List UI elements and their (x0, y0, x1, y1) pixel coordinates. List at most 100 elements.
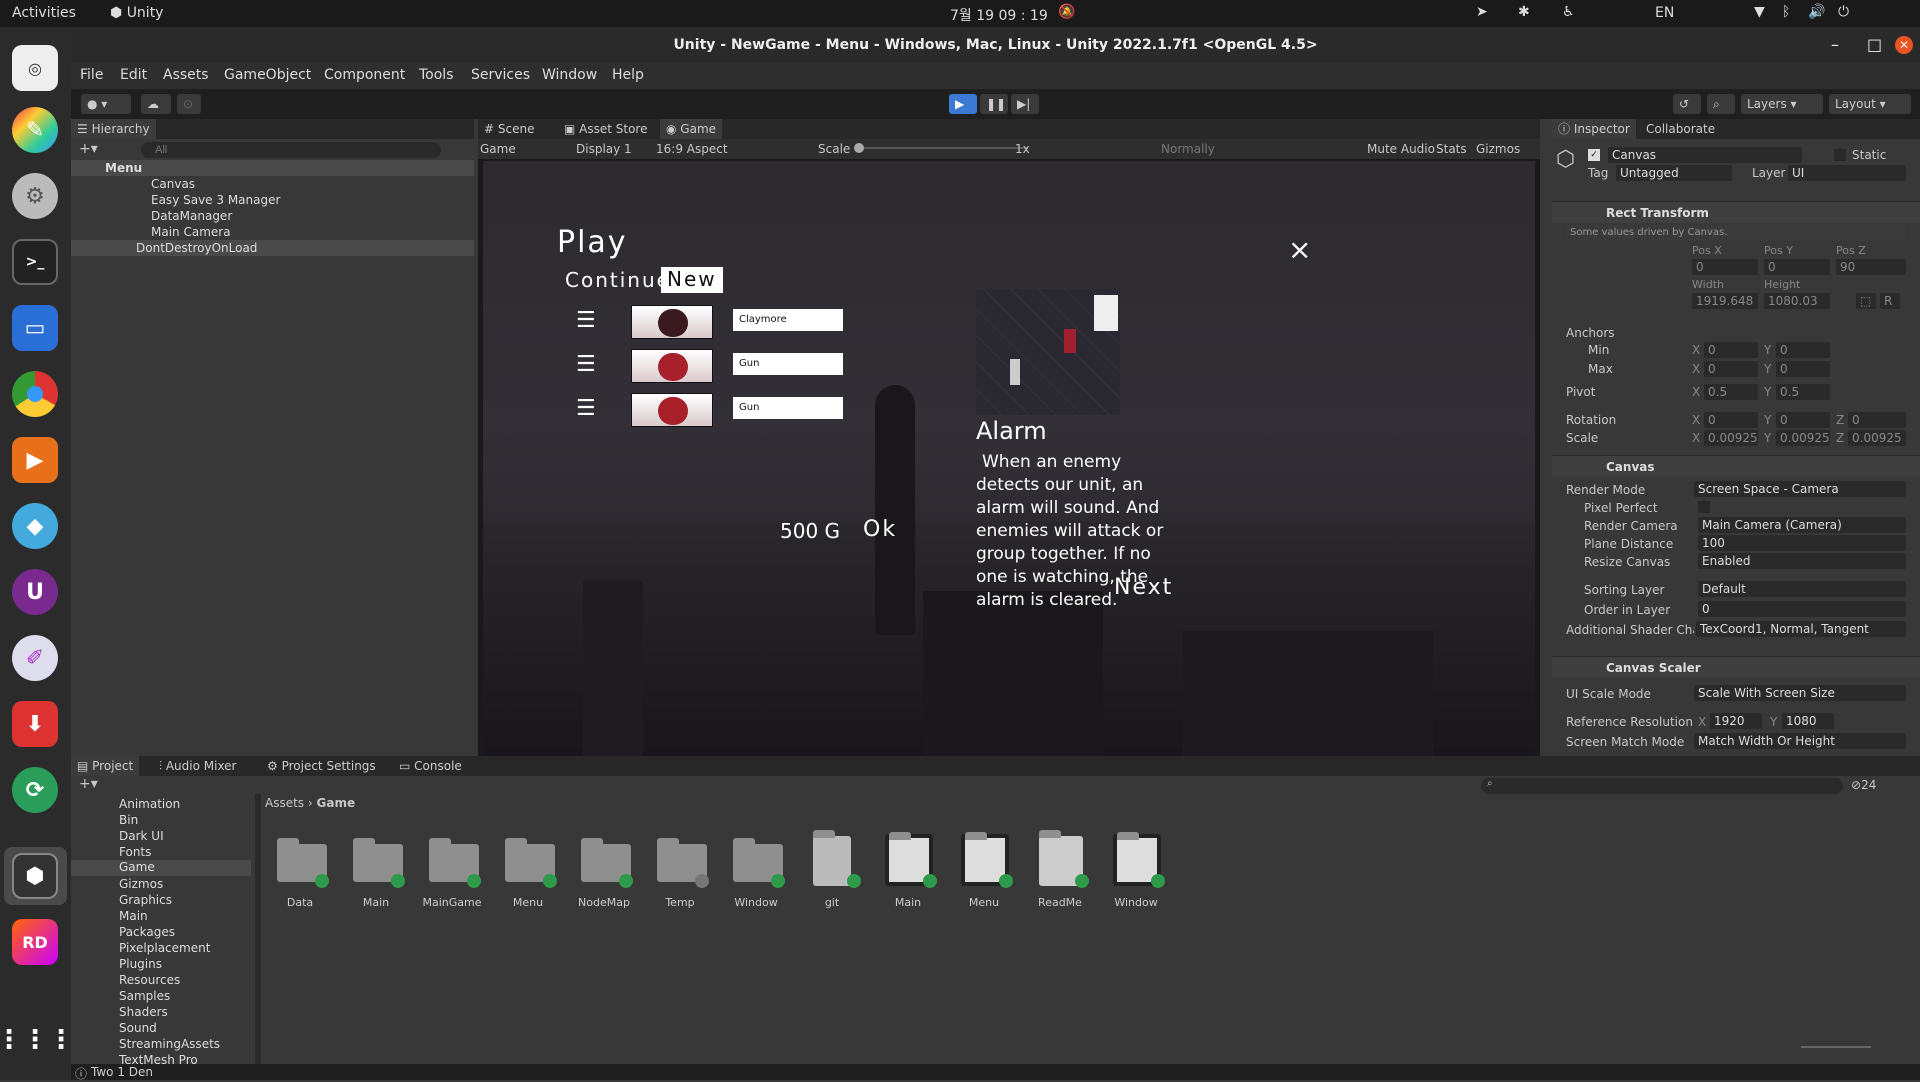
scale-y[interactable]: 0.00925 (1776, 430, 1830, 446)
resize-canvas-dropdown[interactable]: Enabled (1698, 553, 1906, 569)
tree-scrollbar[interactable] (255, 794, 261, 1064)
asset-folder[interactable]: MainGame (417, 836, 487, 916)
stats-button[interactable]: Stats (1436, 142, 1467, 156)
maximize-icon[interactable]: □ (1867, 27, 1882, 63)
rect-transform-header[interactable]: Rect Transform (1552, 201, 1920, 223)
settings-icon[interactable]: ⚙ (12, 173, 58, 219)
menu-tools[interactable]: Tools (419, 67, 454, 83)
zoom-slider[interactable] (1801, 1046, 1871, 1048)
reference-y-field[interactable]: 1080 (1782, 713, 1834, 729)
folder-tree-item[interactable]: Graphics (119, 893, 172, 907)
ui-scale-mode-dropdown[interactable]: Scale With Screen Size (1694, 685, 1906, 701)
scale-slider[interactable] (858, 147, 1028, 149)
tab-audio-mixer[interactable]: ⫶ Audio Mixer (153, 756, 243, 776)
pivot-x[interactable]: 0.5 (1704, 384, 1758, 400)
asset-folder[interactable]: Window (721, 836, 791, 916)
next-button[interactable]: Next (1114, 575, 1173, 600)
sorting-layer-dropdown[interactable]: Default (1698, 581, 1906, 597)
folder-tree-item[interactable]: Animation (119, 797, 180, 811)
shader-channels-dropdown[interactable]: TexCoord1, Normal, Tangent (1696, 621, 1906, 637)
tag-dropdown[interactable]: Untagged (1616, 165, 1732, 181)
gitkraken-icon[interactable]: ◆ (12, 503, 58, 549)
menu-edit[interactable]: Edit (120, 67, 147, 83)
update-icon[interactable]: ⟳ (12, 767, 58, 813)
files-icon[interactable]: ▭ (12, 305, 58, 351)
unity-editor-icon[interactable]: ⬢ (12, 853, 58, 899)
step-button[interactable]: ▶| (1011, 94, 1039, 114)
width-field[interactable]: 1919.648 (1692, 293, 1758, 309)
slot-menu-icon-1[interactable]: ☰ (576, 310, 598, 332)
hierarchy-item-main-camera[interactable]: Main Camera (71, 224, 474, 240)
tab-game[interactable]: ◉ Game (660, 119, 723, 139)
tab-asset-store[interactable]: ▣ Asset Store (558, 119, 654, 139)
cloud-icon[interactable]: ☁ (141, 94, 171, 114)
screen-match-mode-dropdown[interactable]: Match Width Or Height (1694, 733, 1906, 749)
ok-button[interactable]: Ok (863, 517, 897, 542)
breadcrumb-game[interactable]: Game (317, 796, 356, 810)
posy-field[interactable]: 0 (1764, 259, 1830, 275)
folder-tree-item[interactable]: Sound (119, 1021, 157, 1035)
color-app-icon[interactable]: ✎ (12, 107, 58, 153)
play-button[interactable]: ▶ (949, 94, 977, 114)
folder-tree-item[interactable]: Plugins (119, 957, 162, 971)
asset-folder[interactable]: Temp (645, 836, 715, 916)
download-app-icon[interactable]: ⬇ (12, 701, 58, 747)
asset-unity[interactable]: Main (873, 832, 943, 916)
bluetooth-icon[interactable]: ᛒ (1782, 4, 1790, 20)
hierarchy-item-menu[interactable]: Menu (71, 160, 474, 176)
folder-tree-item[interactable]: Bin (119, 813, 138, 827)
hierarchy-search-input[interactable] (141, 142, 441, 158)
asset-file[interactable]: git (797, 830, 867, 916)
menu-help[interactable]: Help (612, 67, 644, 83)
plane-distance-field[interactable]: 100 (1698, 535, 1906, 551)
scale-z[interactable]: 0.00925 (1848, 430, 1906, 446)
folder-tree-item[interactable]: Resources (119, 973, 180, 987)
static-checkbox[interactable] (1834, 149, 1846, 161)
tab-inspector[interactable]: ⓘ Inspector (1552, 119, 1636, 139)
order-in-layer-field[interactable]: 0 (1698, 601, 1906, 617)
folder-tree-item[interactable]: Packages (119, 925, 175, 939)
folder-tree-item[interactable]: StreamingAssets (119, 1037, 220, 1051)
scale-slider-handle[interactable] (854, 143, 864, 153)
layers-dropdown[interactable]: Layers ▾ (1741, 94, 1823, 114)
rider-icon[interactable]: RD (12, 919, 58, 965)
add-object-button[interactable]: +▾ (79, 141, 98, 157)
asset-folder[interactable]: NodeMap (569, 836, 639, 916)
layer-dropdown[interactable]: UI (1788, 165, 1906, 181)
anchor-max-x[interactable]: 0 (1704, 361, 1758, 377)
game-mode-dropdown[interactable]: Game (480, 142, 516, 156)
menu-services[interactable]: Services (471, 67, 530, 83)
tab-hierarchy[interactable]: ☰ Hierarchy (71, 119, 156, 139)
color-picker-icon[interactable]: ✱ (1518, 4, 1530, 20)
tab-collaborate[interactable]: Collaborate (1640, 119, 1721, 139)
asset-folder[interactable]: Data (265, 836, 335, 916)
folder-tree-item[interactable]: Dark UI (119, 829, 164, 843)
hierarchy-item-dontdestroyonload[interactable]: DontDestroyOnLoad (71, 240, 474, 256)
layout-dropdown[interactable]: Layout ▾ (1829, 94, 1911, 114)
terminal-icon[interactable]: >_ (12, 239, 58, 285)
posz-field[interactable]: 90 (1836, 259, 1906, 275)
slot-weapon-3[interactable]: Gun (733, 397, 843, 419)
breadcrumb-assets[interactable]: Assets (265, 796, 304, 810)
collab-icon[interactable]: ⊙ (177, 94, 201, 114)
pause-button[interactable]: ❚❚ (980, 94, 1008, 114)
tab-project[interactable]: ▤ Project (71, 756, 140, 776)
folder-tree-item[interactable]: Main (119, 909, 148, 923)
scale-x[interactable]: 0.00925 (1704, 430, 1758, 446)
asset-unity[interactable]: Menu (949, 832, 1019, 916)
close-icon[interactable]: ✕ (1895, 36, 1913, 54)
reference-x-field[interactable]: 1920 (1710, 713, 1762, 729)
gizmos-button[interactable]: Gizmos (1476, 142, 1520, 156)
raw-edit-button[interactable]: R (1880, 293, 1900, 309)
active-checkbox[interactable]: ✓ (1588, 149, 1600, 161)
accessibility-icon[interactable]: ♿ (1562, 4, 1575, 20)
render-camera-field[interactable]: Main Camera (Camera) (1698, 517, 1906, 533)
pivot-y[interactable]: 0.5 (1776, 384, 1830, 400)
menu-window[interactable]: Window (542, 67, 597, 83)
anchor-max-y[interactable]: 0 (1776, 361, 1830, 377)
volume-icon[interactable]: 🔊 (1808, 4, 1825, 20)
clock[interactable]: 7월 19 09 : 19 (950, 5, 1048, 25)
folder-tree-item[interactable]: Shaders (119, 1005, 168, 1019)
menu-file[interactable]: File (80, 67, 103, 83)
activities-button[interactable]: Activities (12, 5, 76, 21)
